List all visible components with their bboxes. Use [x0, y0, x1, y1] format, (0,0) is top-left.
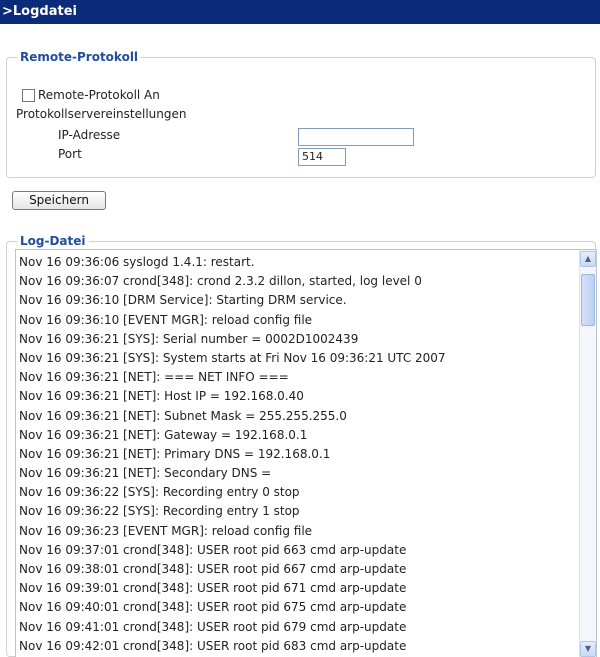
log-line: Nov 16 09:36:10 [DRM Service]: Starting …	[19, 293, 347, 308]
log-line: Nov 16 09:42:01 crond[348]: USER root pi…	[19, 638, 407, 653]
server-settings-label: Protokollservereinstellungen	[16, 107, 187, 121]
log-lines: Nov 16 09:36:06 syslogd 1.4.1: restart. N…	[19, 253, 576, 656]
remote-protocol-checkbox-row[interactable]: Remote-Protokoll An	[22, 88, 160, 102]
log-scrollbar[interactable]: ▲ ▼	[579, 250, 596, 657]
chevron-up-icon[interactable]: ▲	[580, 251, 596, 267]
log-line: Nov 16 09:36:07 crond[348]: crond 2.3.2 …	[19, 274, 422, 289]
ip-address-input[interactable]	[298, 128, 414, 146]
log-line: Nov 16 09:36:21 [NET]: Host IP = 192.168…	[19, 389, 304, 404]
log-textarea[interactable]: Nov 16 09:36:06 syslogd 1.4.1: restart. N…	[15, 249, 597, 657]
scrollbar-thumb[interactable]	[581, 274, 595, 326]
log-line: Nov 16 09:38:01 crond[348]: USER root pi…	[19, 562, 407, 576]
log-line: Nov 16 09:36:23 [EVENT MGR]: reload conf…	[19, 523, 313, 538]
log-line: Nov 16 09:36:21 [NET]: Secondary DNS =	[19, 466, 272, 481]
remote-protocol-legend: Remote-Protokoll	[20, 50, 139, 64]
log-line: Nov 16 09:36:21 [NET]: Primary DNS = 192…	[19, 446, 331, 461]
port-input[interactable]: 514	[298, 148, 346, 166]
log-line: Nov 16 09:36:10 [EVENT MGR]: reload conf…	[19, 312, 313, 327]
log-file-legend: Log-Datei	[20, 234, 86, 248]
log-line: Nov 16 09:37:01 crond[348]: USER root pi…	[19, 542, 407, 557]
log-line: Nov 16 09:36:21 [NET]: Gateway = 192.168…	[19, 427, 308, 442]
log-line: Nov 16 09:40:01 crond[348]: USER root pi…	[19, 600, 407, 615]
log-line: Nov 16 09:36:21 [NET]: === NET INFO ===	[19, 370, 289, 385]
log-line: Nov 16 09:41:01 crond[348]: USER root pi…	[19, 619, 407, 634]
log-line: Nov 16 09:36:21 [SYS]: System starts at …	[19, 350, 446, 365]
log-line: Nov 16 09:36:21 [NET]: Subnet Mask = 255…	[19, 408, 347, 423]
ip-address-label: IP-Adresse	[58, 128, 121, 142]
save-button[interactable]: Speichern	[12, 191, 106, 210]
page-title: >Logdatei	[0, 0, 600, 24]
remote-protocol-checkbox[interactable]	[22, 88, 35, 102]
log-line: Nov 16 09:36:22 [SYS]: Recording entry 1…	[19, 504, 300, 519]
log-line: Nov 16 09:39:01 crond[348]: USER root pi…	[19, 581, 407, 596]
chevron-down-icon[interactable]: ▼	[580, 641, 596, 657]
log-line: Nov 16 09:36:22 [SYS]: Recording entry 0…	[19, 485, 300, 500]
remote-protocol-checkbox-label: Remote-Protokoll An	[38, 88, 160, 102]
port-label: Port	[58, 147, 82, 161]
log-line: Nov 16 09:36:21 [SYS]: Serial number = 0…	[19, 331, 359, 346]
log-line: Nov 16 09:36:06 syslogd 1.4.1: restart.	[19, 255, 255, 269]
